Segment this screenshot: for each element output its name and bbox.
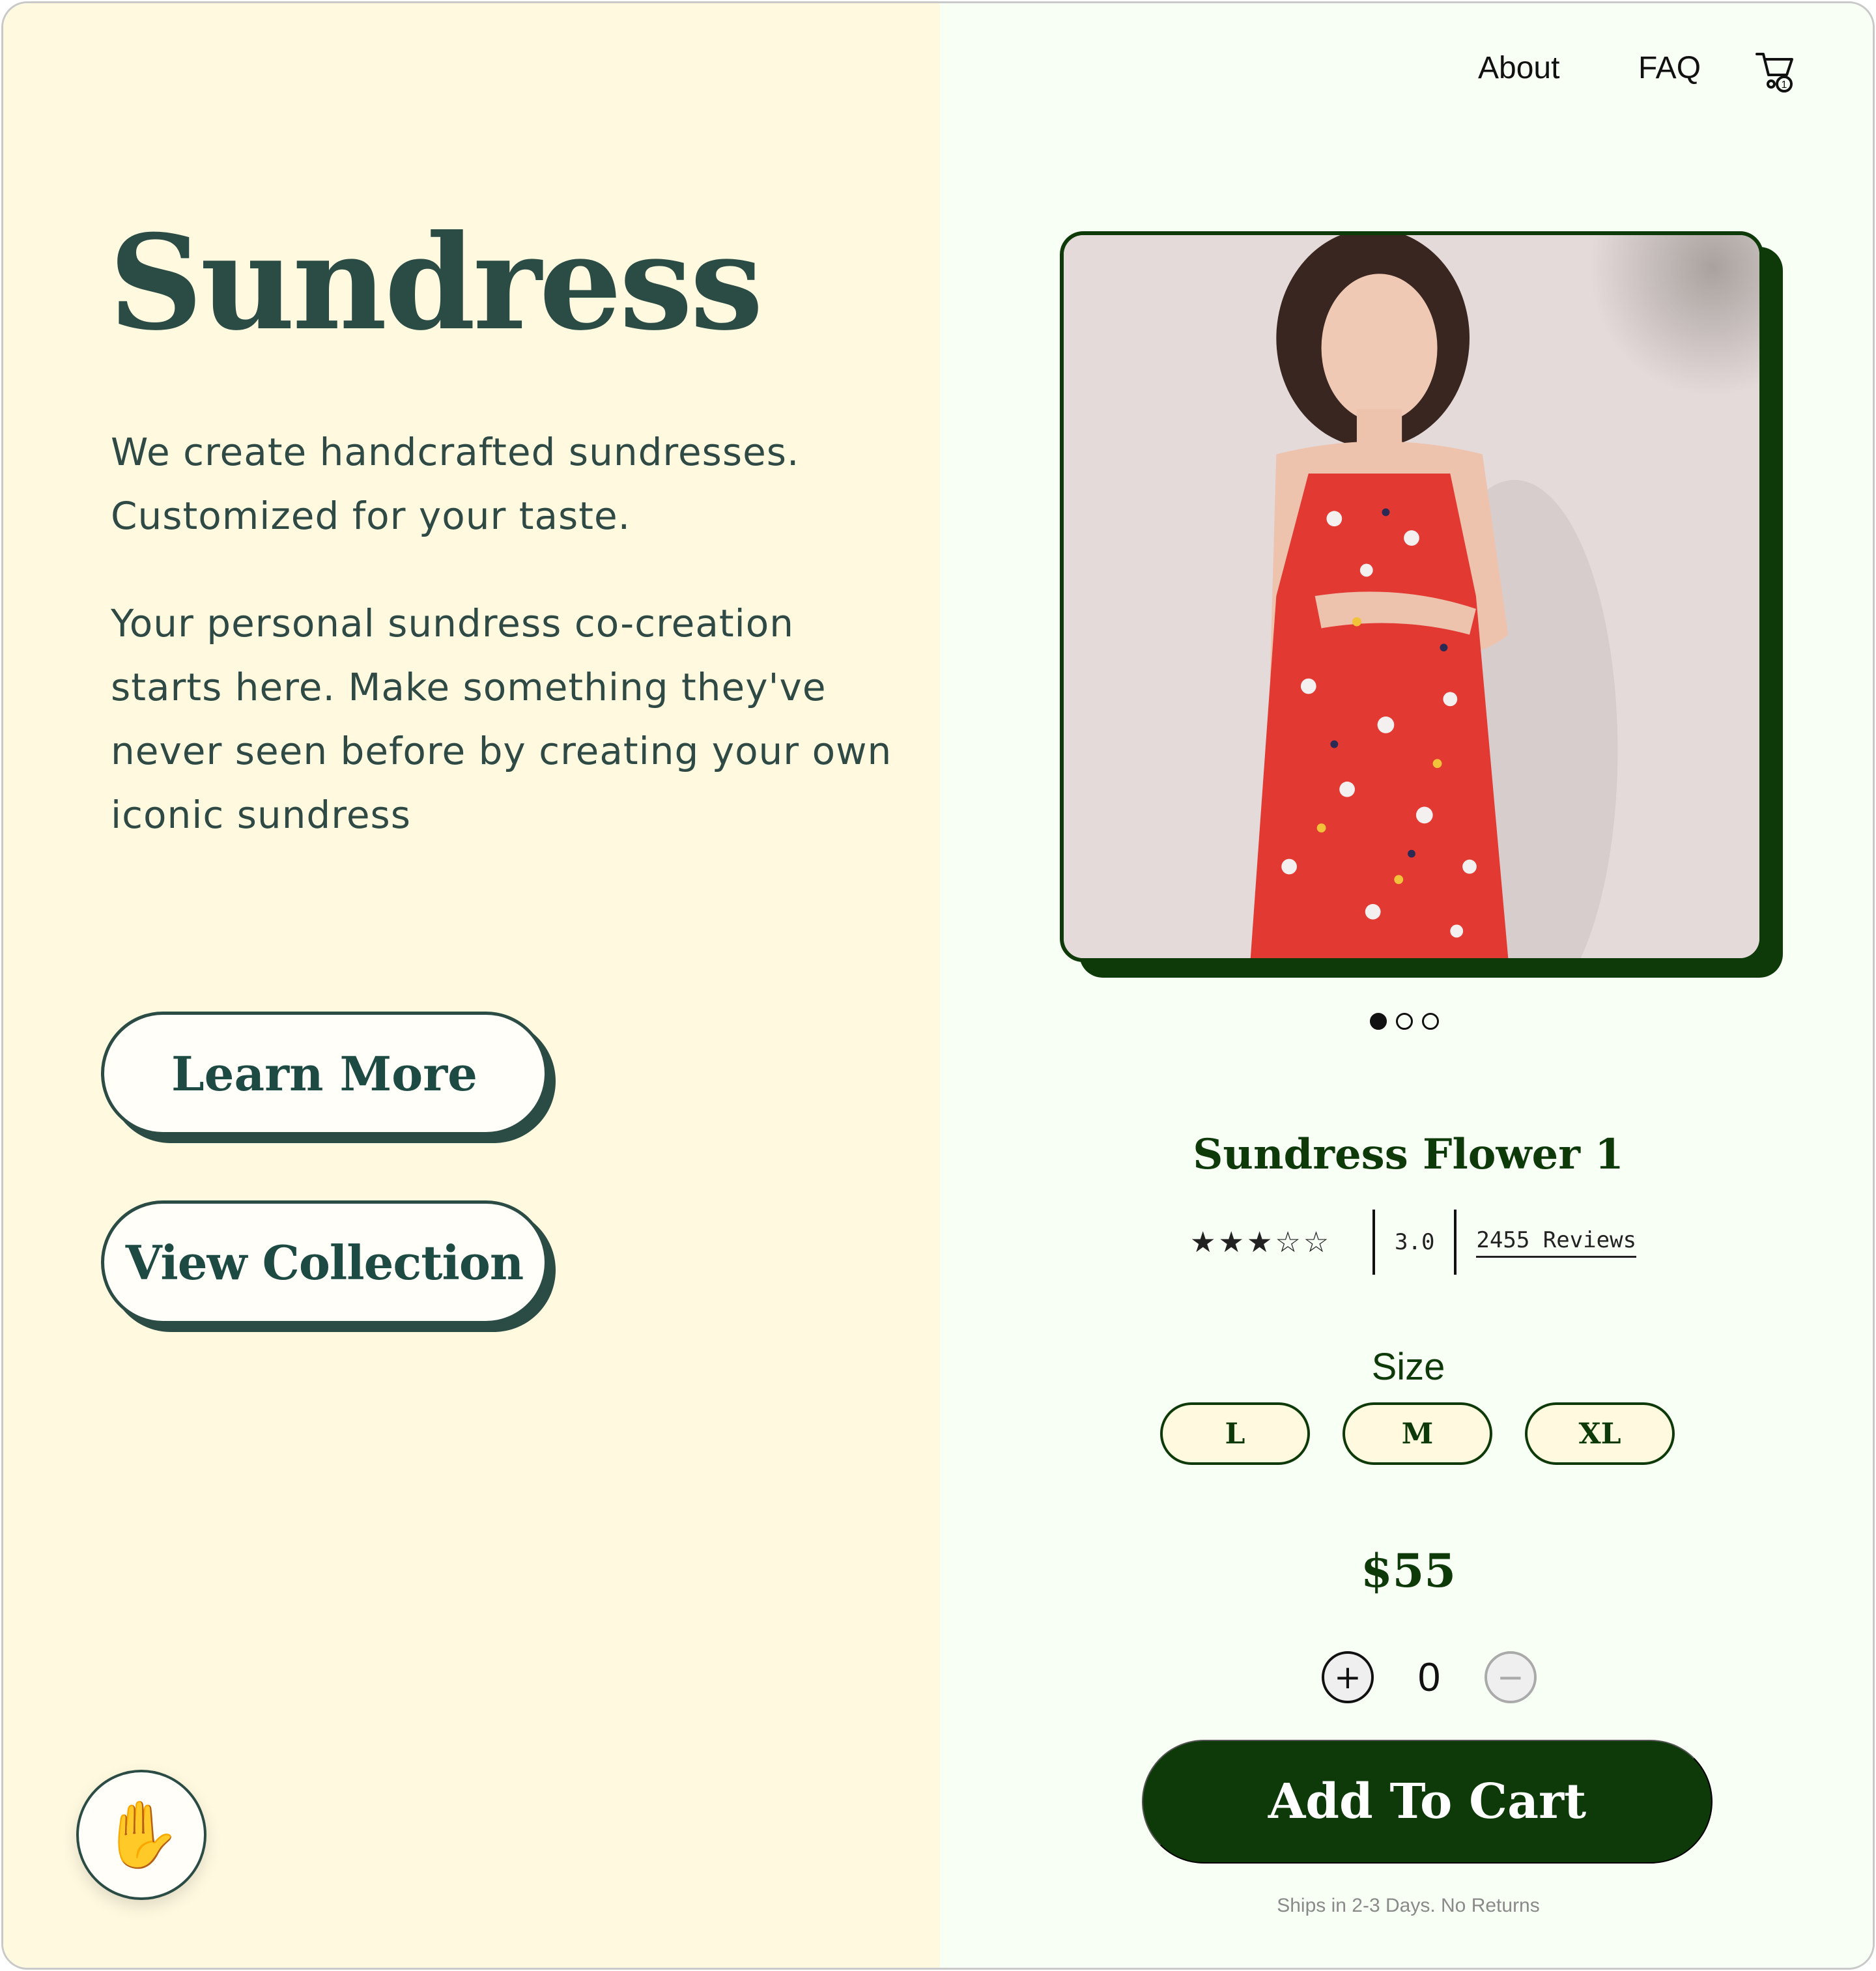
product-price: $55 xyxy=(1360,1544,1457,1598)
shipping-note: Ships in 2-3 Days. No Returns xyxy=(1277,1895,1540,1916)
size-option-m[interactable]: M xyxy=(1343,1402,1492,1465)
product-image-carousel[interactable] xyxy=(1060,231,1783,978)
hero-panel: Sundress We create handcrafted sundresse… xyxy=(3,3,940,1968)
nav-about-link[interactable]: About xyxy=(1478,50,1559,86)
hero-tagline: We create handcrafted sundresses. Custom… xyxy=(111,430,800,538)
nav-faq-link[interactable]: FAQ xyxy=(1638,50,1701,86)
rating-value: 3.0 xyxy=(1395,1229,1435,1255)
carousel-dot-3[interactable] xyxy=(1422,1013,1439,1030)
learn-more-button[interactable]: Learn More xyxy=(101,1012,548,1135)
divider xyxy=(1372,1210,1375,1275)
cart-icon[interactable]: 1 xyxy=(1754,49,1800,94)
carousel-dots xyxy=(1370,1013,1439,1030)
reviews-link[interactable]: 2455 Reviews xyxy=(1476,1227,1637,1258)
hero-title: Sundress xyxy=(109,206,763,360)
quantity-value: 0 xyxy=(1417,1654,1441,1700)
app-frame: Sundress We create handcrafted sundresse… xyxy=(1,1,1875,1970)
product-name: Sundress Flower 1 xyxy=(1193,1130,1624,1179)
carousel-dot-1[interactable] xyxy=(1370,1013,1387,1030)
add-to-cart-button[interactable]: Add To Cart xyxy=(1142,1740,1713,1864)
product-image xyxy=(1060,231,1763,962)
view-collection-button[interactable]: View Collection xyxy=(101,1200,548,1324)
size-label: Size xyxy=(1371,1346,1445,1388)
minus-icon: − xyxy=(1497,1658,1524,1696)
quantity-stepper: + 0 − xyxy=(1322,1651,1537,1703)
size-options: L M XL xyxy=(1160,1402,1675,1465)
cart-count-badge: 1 xyxy=(1782,79,1787,91)
star-rating-icon: ★★★☆☆ xyxy=(1190,1225,1332,1259)
rating-row: ★★★☆☆ 3.0 2455 Reviews xyxy=(1190,1210,1637,1275)
waving-hand-icon: ✋ xyxy=(100,1796,182,1873)
plus-icon: + xyxy=(1334,1658,1361,1696)
carousel-dot-2[interactable] xyxy=(1396,1013,1413,1030)
divider xyxy=(1454,1210,1457,1275)
chat-button[interactable]: ✋ xyxy=(76,1770,206,1900)
size-option-xl[interactable]: XL xyxy=(1525,1402,1675,1465)
quantity-decrease-button[interactable]: − xyxy=(1485,1651,1537,1703)
quantity-increase-button[interactable]: + xyxy=(1322,1651,1374,1703)
hero-description: Your personal sundress co-creation start… xyxy=(111,601,892,837)
product-panel: About FAQ 1 Sundress Flower 1 ★★★☆☆ 3.0 … xyxy=(940,3,1873,1968)
size-option-l[interactable]: L xyxy=(1160,1402,1310,1465)
